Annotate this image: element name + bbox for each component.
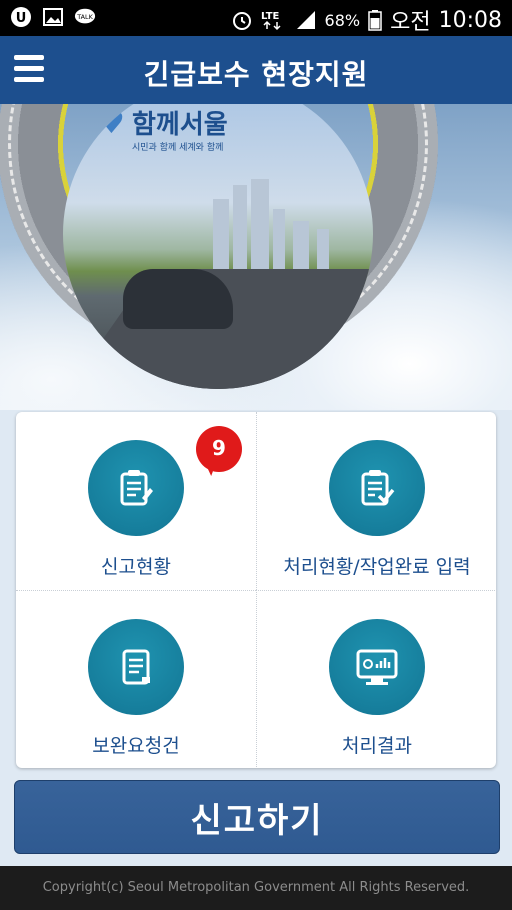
menu-grid: 신고현황 9 처리현황/작업완료 입력 보완요청건 처리결과	[16, 412, 496, 768]
u-plus-icon: U	[10, 6, 32, 28]
supplement-request-icon	[88, 619, 184, 715]
alarm-icon	[231, 9, 253, 31]
badge-count: 9	[212, 436, 226, 460]
copyright-text: Copyright(c) Seoul Metropolitan Governme…	[42, 880, 470, 895]
report-button-label: 신고하기	[190, 800, 324, 841]
menu-item-report-status[interactable]: 신고현황 9	[16, 412, 256, 590]
svg-text:LTE: LTE	[261, 11, 280, 22]
menu-item-label: 처리결과	[342, 735, 412, 757]
lte-icon: LTE	[261, 9, 287, 31]
kakaotalk-icon: TALK	[74, 6, 96, 28]
menu-item-process-status[interactable]: 처리현황/작업완료 입력	[256, 412, 496, 590]
logo-text: 함께서울	[132, 110, 228, 140]
menu-item-label: 보완요청건	[92, 735, 180, 757]
menu-item-supplement-request[interactable]: 보완요청건	[16, 590, 256, 768]
status-bar: U TALK LTE 68% 오전 10:08	[0, 0, 512, 36]
logo-subtitle: 시민과 함께 세계와 함께	[132, 143, 224, 153]
battery-percent: 68%	[324, 10, 361, 30]
signal-icon	[295, 9, 317, 31]
svg-text:TALK: TALK	[76, 13, 93, 21]
seoul-logo: ♥ 함께서울 시민과 함께 세계와 함께	[98, 104, 228, 164]
city-road-scene: ♥ 함께서울 시민과 함께 세계와 함께	[63, 104, 373, 389]
app-bar: 긴급보수 현장지원	[0, 36, 512, 104]
status-period: 오전	[390, 10, 431, 35]
result-monitor-icon	[329, 619, 425, 715]
page-title: 긴급보수 현장지원	[143, 58, 369, 91]
heart-logo-icon: ♥	[98, 106, 125, 141]
menu-item-label: 처리현황/작업완료 입력	[283, 556, 471, 578]
menu-item-label: 신고현황	[101, 556, 171, 578]
svg-text:U: U	[16, 11, 27, 26]
report-status-icon	[88, 440, 184, 536]
process-status-icon	[329, 440, 425, 536]
notification-badge: 9	[196, 426, 246, 476]
battery-icon	[368, 9, 382, 31]
hero-banner: ♥ 함께서울 시민과 함께 세계와 함께	[0, 104, 512, 410]
report-button[interactable]: 신고하기	[14, 780, 500, 854]
image-icon	[42, 6, 64, 28]
footer: Copyright(c) Seoul Metropolitan Governme…	[0, 866, 512, 910]
status-time: 10:08	[438, 7, 502, 33]
menu-item-result[interactable]: 처리결과	[256, 590, 496, 768]
